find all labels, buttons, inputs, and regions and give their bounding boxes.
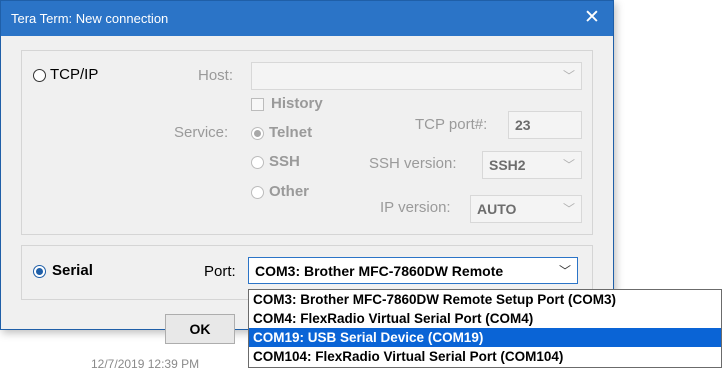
background-date-text: 12/7/2019 12:39 PM <box>91 357 200 371</box>
history-label[interactable]: History <box>271 95 323 112</box>
chevron-down-icon: ﹀ <box>562 202 575 216</box>
history-checkbox[interactable] <box>251 98 264 111</box>
tcp-port-label: TCP port#: <box>415 116 488 133</box>
tcp-port-field[interactable]: 23 <box>508 111 582 139</box>
tcpip-label[interactable]: TCP/IP <box>50 66 98 83</box>
other-label[interactable]: Other <box>269 183 309 200</box>
title-bar: Tera Term: New connection ✕ <box>1 1 613 36</box>
ip-version-value: AUTO <box>477 201 517 217</box>
port-option-com4[interactable]: COM4: FlexRadio Virtual Serial Port (COM… <box>249 309 721 328</box>
tcpip-radio[interactable] <box>33 69 46 82</box>
ssh-version-select[interactable]: SSH2 ﹀ <box>482 151 582 179</box>
telnet-label[interactable]: Telnet <box>269 124 312 141</box>
ip-version-select[interactable]: AUTO ﹀ <box>470 195 582 223</box>
chevron-down-icon: ﹀ <box>558 264 571 278</box>
port-option-com104[interactable]: COM104: FlexRadio Virtual Serial Port (C… <box>249 347 721 366</box>
host-label: Host: <box>198 67 234 84</box>
ok-button[interactable]: OK <box>165 314 235 344</box>
port-option-com3[interactable]: COM3: Brother MFC-7860DW Remote Setup Po… <box>249 290 721 309</box>
telnet-radio[interactable] <box>251 127 264 140</box>
port-dropdown-list: COM3: Brother MFC-7860DW Remote Setup Po… <box>248 289 722 368</box>
chevron-down-icon: ﹀ <box>562 69 575 83</box>
ssh-version-label: SSH version: <box>369 155 457 172</box>
tcp-port-value: 23 <box>515 117 531 133</box>
port-select[interactable]: COM3: Brother MFC-7860DW Remote ﹀ <box>248 257 578 284</box>
other-radio[interactable] <box>251 186 264 199</box>
ip-version-label: IP version: <box>380 199 451 216</box>
ssh-label[interactable]: SSH <box>269 153 300 170</box>
close-icon[interactable]: ✕ <box>581 8 603 27</box>
host-combo[interactable]: ﹀ <box>251 62 582 90</box>
port-value: COM3: Brother MFC-7860DW Remote <box>255 263 504 279</box>
port-option-com19[interactable]: COM19: USB Serial Device (COM19) <box>249 328 721 347</box>
window-title: Tera Term: New connection <box>11 11 169 26</box>
ssh-radio[interactable] <box>251 156 264 169</box>
ssh-version-value: SSH2 <box>489 157 526 173</box>
service-label: Service: <box>174 124 229 141</box>
chevron-down-icon: ﹀ <box>562 158 575 172</box>
port-label: Port: <box>204 263 236 280</box>
serial-label[interactable]: Serial <box>52 262 93 279</box>
serial-radio[interactable] <box>33 265 46 278</box>
tcpip-group: TCP/IP Host: ﹀ History Service: Telnet S… <box>21 50 593 235</box>
